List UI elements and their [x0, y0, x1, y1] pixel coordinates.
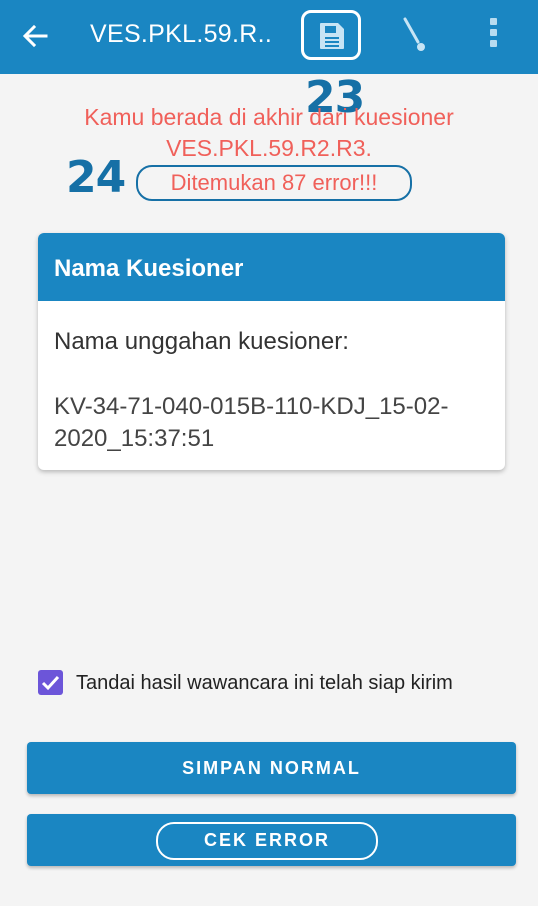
pen-icon — [403, 17, 425, 51]
app-bar: VES.PKL.59.R.. — [0, 0, 538, 74]
arrow-left-icon — [22, 24, 48, 48]
questionnaire-card: Nama Kuesioner Nama unggahan kuesioner: … — [38, 233, 505, 470]
ready-checkbox-label: Tandai hasil wawancara ini telah siap ki… — [76, 672, 453, 694]
check-error-button[interactable]: CEK ERROR — [27, 814, 516, 866]
save-normal-button[interactable]: SIMPAN NORMAL — [27, 742, 516, 794]
card-value: KV-34-71-040-015B-110-KDJ_15-02-2020_15:… — [54, 393, 449, 452]
back-button[interactable] — [22, 14, 62, 58]
save-button[interactable] — [301, 10, 361, 60]
end-message-line1: Kamu berada di akhir dari kuesioner — [84, 104, 454, 130]
app-title: VES.PKL.59.R.. — [90, 20, 273, 48]
check-icon — [41, 675, 60, 691]
error-count: Ditemukan 87 error!!! — [136, 165, 412, 201]
end-message-line2: VES.PKL.59.R2.R3. — [166, 135, 372, 161]
more-vertical-icon[interactable] — [485, 18, 501, 52]
ready-checkbox[interactable] — [38, 670, 63, 695]
edit-button[interactable] — [400, 16, 430, 59]
check-error-label: CEK ERROR — [156, 822, 378, 860]
floppy-disk-icon — [320, 23, 344, 49]
card-label: Nama unggahan kuesioner: — [54, 328, 349, 355]
card-title: Nama Kuesioner — [38, 233, 505, 301]
